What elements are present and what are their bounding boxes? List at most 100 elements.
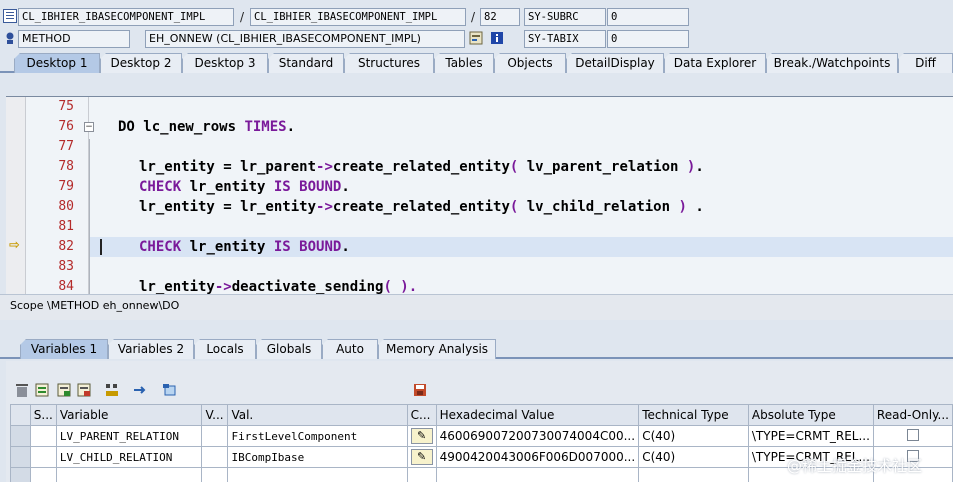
line-number: 76 (58, 119, 74, 134)
code-line-76: DO lc_new_rows TIMES. (118, 119, 296, 135)
value-cell[interactable]: IBCompIbase (227, 446, 408, 468)
technical-type-cell: C(40) (638, 425, 749, 447)
row-selector[interactable] (10, 467, 31, 482)
line-number: 84 (58, 279, 74, 294)
sy-tabix-value: 0 (607, 30, 689, 48)
open-object-icon[interactable] (162, 382, 178, 398)
sy-subrc-value: 0 (607, 8, 689, 26)
variables-tab-bar: Variables 1 Variables 2 Locals Globals A… (0, 339, 953, 359)
current-line-marker (100, 239, 102, 255)
line-number-field: 82 (480, 8, 520, 26)
tab-objects[interactable]: Objects (494, 53, 566, 73)
separator: / (471, 10, 476, 24)
tab-detail-display[interactable]: DetailDisplay (566, 53, 664, 73)
code-line-82: CHECK lr_entity IS BOUND. (139, 239, 350, 255)
fold-toggle-icon[interactable]: − (84, 122, 94, 132)
separator: / (240, 10, 245, 24)
display-object-icon[interactable] (469, 31, 483, 45)
edit-pencil-icon[interactable]: ✎ (410, 428, 433, 444)
fold-guide (89, 139, 90, 294)
delete-icon[interactable] (14, 382, 30, 398)
column-header[interactable]: Val. (227, 404, 408, 426)
delete-row-icon[interactable] (76, 382, 92, 398)
tab-variables-1[interactable]: Variables 1 (20, 339, 108, 359)
line-number: 75 (58, 99, 74, 114)
line-number: 81 (58, 219, 74, 234)
technical-type-cell (638, 467, 749, 482)
class-name-field: CL_IBHIER_IBASECOMPONENT_IMPL (18, 8, 234, 26)
method-field: EH_ONNEW (CL_IBHIER_IBASECOMPONENT_IMPL) (145, 30, 465, 48)
column-header[interactable]: C... (406, 404, 437, 426)
tab-locals[interactable]: Locals (194, 339, 256, 359)
tab-data-explorer[interactable]: Data Explorer (664, 53, 766, 73)
line-number: 79 (58, 179, 74, 194)
tab-variables-2[interactable]: Variables 2 (108, 339, 194, 359)
line-number: 82 (58, 239, 74, 254)
column-header[interactable]: Absolute Type (747, 404, 874, 426)
read-only-cell (872, 425, 953, 447)
scope-label: Scope \METHOD eh_onnew\DO (10, 299, 180, 312)
change-cell[interactable] (406, 467, 437, 482)
hex-value-cell: 4900420043006F006D007000... (435, 446, 640, 468)
method-icon (3, 31, 17, 45)
sy-tabix-label: SY-TABIX (524, 30, 606, 48)
view-cell (201, 425, 229, 447)
info-icon[interactable] (490, 31, 504, 45)
execution-arrow-icon: ⇨ (9, 238, 20, 253)
column-header[interactable]: Hexadecimal Value (435, 404, 640, 426)
status-cell (29, 467, 57, 482)
edit-pencil-icon[interactable]: ✎ (410, 449, 433, 465)
change-cell[interactable]: ✎ (406, 446, 437, 468)
variable-cell[interactable] (55, 467, 203, 482)
variable-cell[interactable]: LV_PARENT_RELATION (55, 425, 203, 447)
status-cell (29, 425, 57, 447)
type-label-field: METHOD (18, 30, 130, 48)
detail-view-icon[interactable] (34, 382, 50, 398)
tab-diff[interactable]: Diff (898, 53, 953, 73)
tab-globals[interactable]: Globals (256, 339, 322, 359)
tab-desktop-1[interactable]: Desktop 1 (14, 53, 100, 73)
column-header[interactable]: Read-Only... (872, 404, 953, 426)
hex-value-cell: 460069007200730074004C00... (435, 425, 640, 447)
breakpoint-gutter[interactable] (6, 97, 26, 294)
value-cell[interactable] (227, 467, 408, 482)
class-impl-field: CL_IBHIER_IBASECOMPONENT_IMPL (250, 8, 466, 26)
column-header[interactable]: V... (201, 404, 229, 426)
change-cell[interactable]: ✎ (406, 425, 437, 447)
watermark: @稀土掘金技术社区 (787, 457, 923, 475)
code-line-84: lr_entity->deactivate_sending( ). (139, 279, 418, 294)
column-header[interactable]: Technical Type (638, 404, 749, 426)
save-icon[interactable] (412, 382, 428, 398)
row-selector[interactable] (10, 425, 31, 447)
tab-auto[interactable]: Auto (322, 339, 378, 359)
tab-standard[interactable]: Standard (268, 53, 344, 73)
tab-desktop-2[interactable]: Desktop 2 (100, 53, 182, 73)
variable-cell[interactable]: LV_CHILD_RELATION (55, 446, 203, 468)
view-cell (201, 446, 229, 468)
source-code-editor[interactable]: ⇨ 75 76 77 78 79 80 81 82 83 84 − DO lc_… (6, 96, 953, 294)
status-cell (29, 446, 57, 468)
tab-tables[interactable]: Tables (434, 53, 494, 73)
view-cell (201, 467, 229, 482)
tab-breakpoints-watchpoints[interactable]: Break./Watchpoints (766, 53, 898, 73)
column-settings-icon[interactable] (104, 382, 120, 398)
line-number: 80 (58, 199, 74, 214)
line-number: 78 (58, 159, 74, 174)
table-row[interactable]: LV_PARENT_RELATION FirstLevelComponent ✎… (10, 425, 953, 447)
tab-structures[interactable]: Structures (344, 53, 434, 73)
code-line-78: lr_entity = lr_parent->create_related_en… (139, 159, 704, 175)
technical-type-cell: C(40) (638, 446, 749, 468)
transfer-icon[interactable] (132, 382, 148, 398)
absolute-type-cell[interactable]: \TYPE=CRMT_REL... (747, 425, 874, 447)
code-line-79: CHECK lr_entity IS BOUND. (139, 179, 350, 195)
insert-row-icon[interactable] (56, 382, 72, 398)
row-selector[interactable] (10, 446, 31, 468)
row-selector-header[interactable] (10, 404, 31, 426)
tab-memory-analysis[interactable]: Memory Analysis (378, 339, 496, 359)
column-header[interactable]: Variable (55, 404, 203, 426)
tab-desktop-3[interactable]: Desktop 3 (182, 53, 268, 73)
desktop-tab-bar: Desktop 1 Desktop 2 Desktop 3 Standard S… (0, 53, 953, 73)
value-cell[interactable]: FirstLevelComponent (227, 425, 408, 447)
column-header[interactable]: S... (29, 404, 57, 426)
table-header-row: S... Variable V... Val. C... Hexadecimal… (10, 404, 953, 426)
